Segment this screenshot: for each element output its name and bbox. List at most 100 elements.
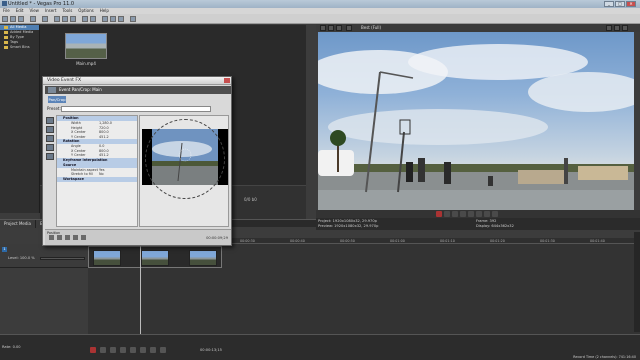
folder-icon	[4, 26, 8, 29]
media-thumbnail-label: Main.mp4	[76, 61, 96, 66]
open-icon[interactable]	[10, 16, 16, 22]
prop-key: Y Center	[71, 153, 86, 157]
main-transport-bar: Rate: 0.00 00:00:13;15 Record Time (2 ch…	[0, 334, 640, 360]
plugin-chain-icon[interactable]	[48, 87, 56, 93]
ruler-tick: 00:01:40	[590, 239, 605, 243]
preview-format: Preview: 1920x1080x32, 29.970p	[318, 224, 379, 228]
loop-icon[interactable]	[444, 211, 450, 217]
split-screen-icon[interactable]	[346, 25, 352, 31]
main-toolbar	[0, 14, 640, 24]
video-preview	[318, 32, 634, 210]
video-event[interactable]	[88, 246, 222, 268]
loop-icon[interactable]	[100, 347, 106, 353]
timeline-scrollbar[interactable]	[634, 232, 640, 332]
cut-icon[interactable]	[54, 16, 60, 22]
video-track-header[interactable]: 1 Level: 100.0 %	[0, 244, 88, 268]
section-workspace[interactable]: Workspace	[57, 176, 137, 182]
frame-number: Frame: 392	[476, 219, 497, 223]
properties-panel: Position Width 1,280.0 Height 720.0 X Cent…	[56, 115, 138, 227]
rate-label: Rate: 0.00	[2, 345, 21, 349]
play-icon[interactable]	[120, 347, 126, 353]
folder-icon	[4, 31, 8, 34]
edit-tool-icon[interactable]	[102, 16, 108, 22]
envelope-tool-icon[interactable]	[110, 16, 116, 22]
keyframe-timeline[interactable]: Position 00:00:09;29	[45, 229, 231, 245]
event-thumbnail	[189, 250, 217, 266]
pan-crop-button[interactable]: Pan/Crop	[48, 96, 66, 103]
close-button[interactable]: ✕	[626, 1, 636, 7]
first-keyframe-icon[interactable]	[57, 235, 62, 240]
prev-keyframe-icon[interactable]	[65, 235, 70, 240]
record-icon[interactable]	[90, 347, 96, 353]
stop-icon[interactable]	[476, 211, 482, 217]
minimize-button[interactable]: _	[604, 1, 614, 7]
track-level-slider[interactable]	[40, 257, 85, 260]
folder-icon	[4, 46, 8, 49]
media-thumbnail[interactable]	[65, 33, 107, 59]
external-monitor-icon[interactable]	[328, 25, 334, 31]
pan-crop-tools	[45, 115, 55, 225]
fx-chain-bar: Event Pan/Crop: Main	[45, 86, 231, 94]
title-bar: Untitled * - Vegas Pro 11.0 _ □ ✕	[0, 0, 640, 8]
play-from-start-icon[interactable]	[110, 347, 116, 353]
snapshot-icon[interactable]	[614, 25, 620, 31]
play-icon[interactable]	[460, 211, 466, 217]
preview-fx-icon[interactable]	[336, 25, 342, 31]
ruler-tick: 00:01:00	[390, 239, 405, 243]
preset-select[interactable]	[61, 106, 211, 112]
crop-overlay-circle	[145, 119, 225, 199]
timeline-area[interactable]	[88, 244, 640, 334]
next-keyframe-icon[interactable]	[73, 235, 78, 240]
go-to-end-icon[interactable]	[160, 347, 166, 353]
stop-icon[interactable]	[140, 347, 146, 353]
selection-tool-icon[interactable]	[118, 16, 124, 22]
ruler-tick: 00:01:30	[540, 239, 555, 243]
save-icon[interactable]	[18, 16, 24, 22]
sync-cursor-icon[interactable]	[49, 235, 54, 240]
record-icon[interactable]	[436, 211, 442, 217]
prop-value: 451.2	[99, 134, 109, 139]
copy-snapshot-icon[interactable]	[622, 25, 628, 31]
cursor-time: 00:00:13;15	[200, 348, 222, 352]
preview-properties-icon[interactable]	[320, 25, 326, 31]
normal-edit-tool-icon[interactable]	[46, 117, 54, 124]
pause-icon[interactable]	[468, 211, 474, 217]
window-title: Untitled * - Vegas Pro 11.0	[8, 1, 75, 7]
timeline-cursor[interactable]	[140, 244, 141, 334]
crop-workspace[interactable]	[139, 115, 229, 227]
folder-icon	[4, 41, 8, 44]
tree-node-smart-bins[interactable]: Smart Bins	[0, 45, 39, 50]
size-about-center-icon[interactable]	[46, 153, 54, 160]
track-level-label: Level: 100.0 %	[8, 256, 35, 260]
play-from-start-icon[interactable]	[452, 211, 458, 217]
help-icon[interactable]	[130, 16, 136, 22]
fx-chain-label: Event Pan/Crop: Main	[59, 87, 102, 92]
copy-icon[interactable]	[62, 16, 68, 22]
tab-project-media[interactable]: Project Media	[0, 220, 36, 228]
last-keyframe-icon[interactable]	[81, 235, 86, 240]
enable-snapping-icon[interactable]	[46, 135, 54, 142]
pause-icon[interactable]	[130, 347, 136, 353]
prop-key: Y Center	[71, 134, 86, 139]
overlays-icon[interactable]	[606, 25, 612, 31]
maximize-button[interactable]: □	[615, 1, 625, 7]
lock-aspect-icon[interactable]	[46, 144, 54, 151]
render-icon[interactable]	[42, 16, 48, 22]
media-tree: All Media Added Media By Type Tags Smart…	[0, 25, 40, 213]
redo-icon[interactable]	[90, 16, 96, 22]
ruler-tick: 00:00:50	[340, 239, 355, 243]
dialog-title: Video Event FX	[43, 77, 231, 85]
prop-value: No	[99, 172, 104, 176]
dialog-close-icon[interactable]	[224, 78, 230, 83]
preview-quality-select[interactable]: Best (Full)	[361, 25, 381, 30]
zoom-edit-tool-icon[interactable]	[46, 126, 54, 133]
new-project-icon[interactable]	[2, 16, 8, 22]
ruler-tick: 00:01:20	[490, 239, 505, 243]
preview-toolbar: Best (Full)	[316, 24, 640, 32]
go-to-start-icon[interactable]	[150, 347, 156, 353]
go-to-end-icon[interactable]	[492, 211, 498, 217]
paste-icon[interactable]	[70, 16, 76, 22]
properties-icon[interactable]	[30, 16, 36, 22]
go-to-start-icon[interactable]	[484, 211, 490, 217]
undo-icon[interactable]	[82, 16, 88, 22]
